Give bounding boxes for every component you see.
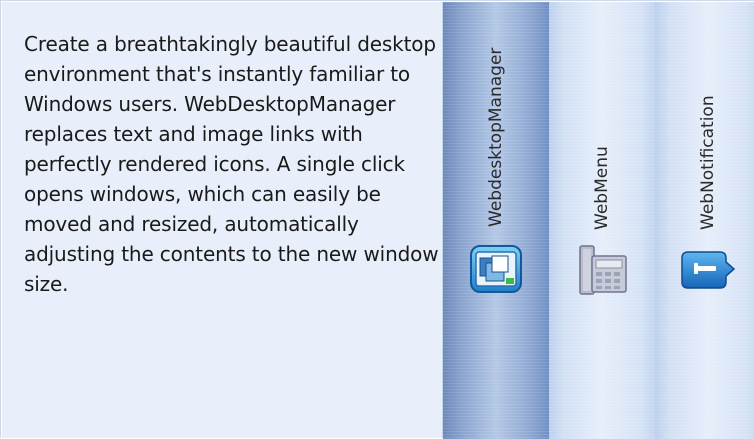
desktop-windows-icon (470, 245, 522, 293)
menu-phone-icon (579, 245, 627, 295)
product-description: Create a breathtakingly beautiful deskto… (24, 32, 439, 296)
notification-balloon-icon (681, 251, 736, 289)
product-panel: Create a breathtakingly beautiful deskto… (0, 0, 754, 439)
tab-webmenu-label: WebMenu (592, 146, 612, 230)
tab-webnotification[interactable]: WebNotification (655, 2, 754, 439)
tab-webdesktopmanager-label: WebdesktopManager (486, 47, 506, 227)
product-tab-strip: WebdesktopManager WebMenu WebNotificatio… (443, 2, 754, 439)
tab-webnotification-label: WebNotification (698, 95, 718, 230)
tab-webdesktopmanager[interactable]: WebdesktopManager (443, 2, 550, 439)
tab-webmenu[interactable]: WebMenu (549, 2, 656, 439)
description-panel: Create a breathtakingly beautiful deskto… (2, 2, 443, 438)
